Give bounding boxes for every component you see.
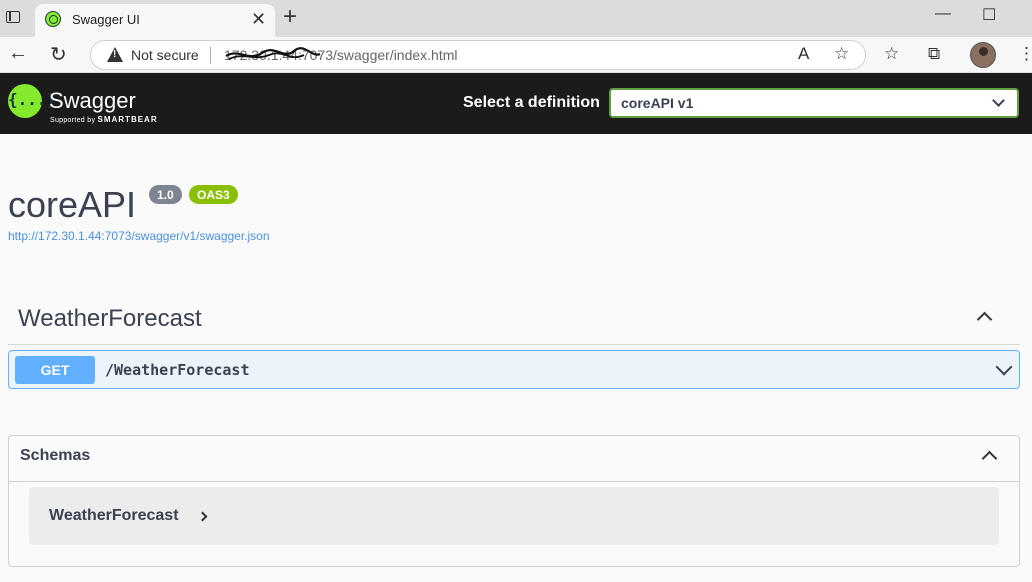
spec-link[interactable]: http://172.30.1.44:7073/swagger/v1/swagg… xyxy=(8,229,270,243)
redaction-scribble xyxy=(225,47,321,60)
schemas-title: Schemas xyxy=(20,447,91,464)
swagger-favicon-icon xyxy=(45,11,61,27)
logo-glyph: {...} xyxy=(8,90,57,109)
tag-divider xyxy=(8,344,1020,345)
tab-close-icon[interactable]: ✕ xyxy=(251,9,266,30)
tab-title: Swagger UI xyxy=(72,12,140,27)
more-icon[interactable]: ⋮ xyxy=(1018,44,1032,64)
not-secure-label[interactable]: Not secure xyxy=(131,47,199,63)
definition-select-value: coreAPI v1 xyxy=(621,95,694,111)
select-definition-label: Select a definition xyxy=(463,94,600,111)
model-weatherforecast[interactable]: WeatherForecast xyxy=(29,487,999,545)
minimize-icon[interactable]: — xyxy=(935,5,951,23)
api-title: coreAPI xyxy=(8,184,137,225)
address-separator xyxy=(210,47,211,64)
tab-actions-icon[interactable] xyxy=(6,11,20,23)
collapse-tag-icon[interactable] xyxy=(976,311,993,328)
expand-operation-icon[interactable] xyxy=(995,358,1013,376)
refresh-icon[interactable]: ↻ xyxy=(50,42,67,67)
version-badge: 1.0 xyxy=(149,185,182,204)
logo-supported-text: Supported by SMARTBEAR xyxy=(50,115,158,124)
definition-select[interactable]: coreAPI v1 xyxy=(609,88,1019,118)
browser-tab[interactable]: Swagger UI ✕ xyxy=(35,4,275,37)
schemas-header[interactable]: Schemas xyxy=(9,436,1019,482)
favorites-icon[interactable]: ☆ xyxy=(884,44,899,64)
oas-badge: OAS3 xyxy=(189,185,238,204)
chevron-down-icon xyxy=(992,94,1005,107)
new-tab-icon[interactable]: + xyxy=(283,3,297,31)
schemas-section: Schemas WeatherForecast xyxy=(8,435,1020,567)
collections-icon[interactable]: ⧉ xyxy=(928,44,940,64)
address-bar[interactable]: Not secure 172.30.1.44:7073/swagger/inde… xyxy=(90,40,866,70)
collapse-schemas-icon[interactable] xyxy=(981,450,998,467)
browser-tab-strip: Swagger UI ✕ + — ☐ xyxy=(0,0,1032,37)
operation-get-weatherforecast[interactable]: GET /WeatherForecast xyxy=(8,350,1020,389)
add-favorite-icon[interactable]: ☆ xyxy=(834,44,849,64)
profile-avatar[interactable] xyxy=(970,42,996,68)
browser-toolbar: ← ↻ Not secure 172.30.1.44:7073/swagger/… xyxy=(0,37,1032,73)
expand-model-icon[interactable] xyxy=(197,511,208,522)
model-name: WeatherForecast xyxy=(49,507,179,524)
warning-icon xyxy=(107,47,123,62)
operation-path: /WeatherForecast xyxy=(105,361,250,379)
read-aloud-icon[interactable]: A xyxy=(798,44,809,64)
swagger-logo-text[interactable]: Swagger xyxy=(49,88,136,114)
method-badge: GET xyxy=(15,356,95,384)
maximize-icon[interactable]: ☐ xyxy=(982,5,996,25)
tag-title[interactable]: WeatherForecast xyxy=(18,305,202,333)
swagger-topbar: {...} Swagger Supported by SMARTBEAR Sel… xyxy=(0,73,1032,134)
swagger-logo-icon[interactable]: {...} xyxy=(8,84,57,118)
back-icon[interactable]: ← xyxy=(8,42,28,65)
